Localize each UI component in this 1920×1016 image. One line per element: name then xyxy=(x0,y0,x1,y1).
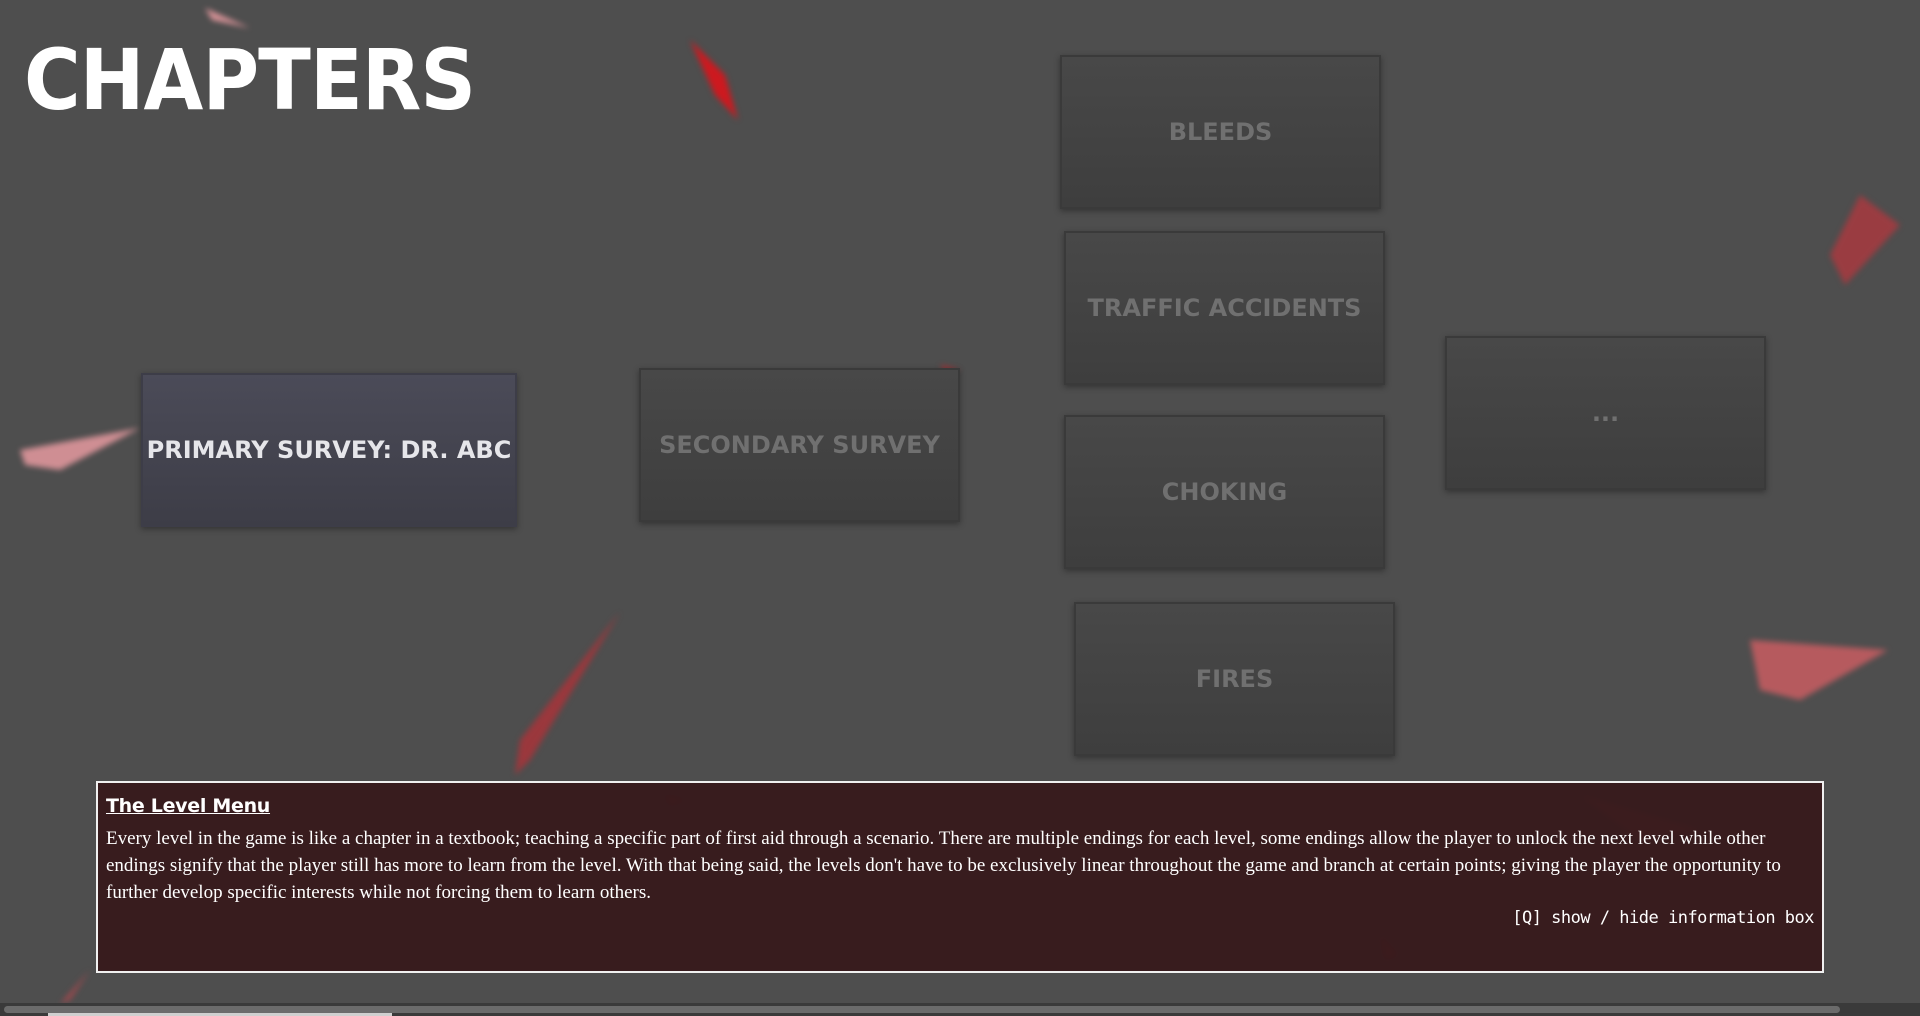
scrollbar-thumb[interactable] xyxy=(4,1006,1840,1013)
page-title: CHAPTERS xyxy=(24,31,476,129)
info-box-heading: The Level Menu xyxy=(106,795,271,817)
level-button-traffic-accidents[interactable]: TRAFFIC ACCIDENTS xyxy=(1064,231,1385,385)
level-button-secondary-survey[interactable]: SECONDARY SURVEY xyxy=(639,368,960,522)
level-button-more[interactable]: ... xyxy=(1445,336,1766,490)
horizontal-scrollbar[interactable] xyxy=(0,1003,1920,1016)
information-box: The Level Menu Every level in the game i… xyxy=(96,781,1824,973)
info-box-toggle-hint: [Q] show / hide information box xyxy=(1512,908,1814,928)
level-button-choking[interactable]: CHOKING xyxy=(1064,415,1385,569)
level-button-primary-survey[interactable]: PRIMARY SURVEY: DR. ABC xyxy=(141,373,517,527)
level-button-fires[interactable]: FIRES xyxy=(1074,602,1395,756)
info-box-body: Every level in the game is like a chapte… xyxy=(106,828,1781,903)
level-button-bleeds[interactable]: BLEEDS xyxy=(1060,55,1381,209)
